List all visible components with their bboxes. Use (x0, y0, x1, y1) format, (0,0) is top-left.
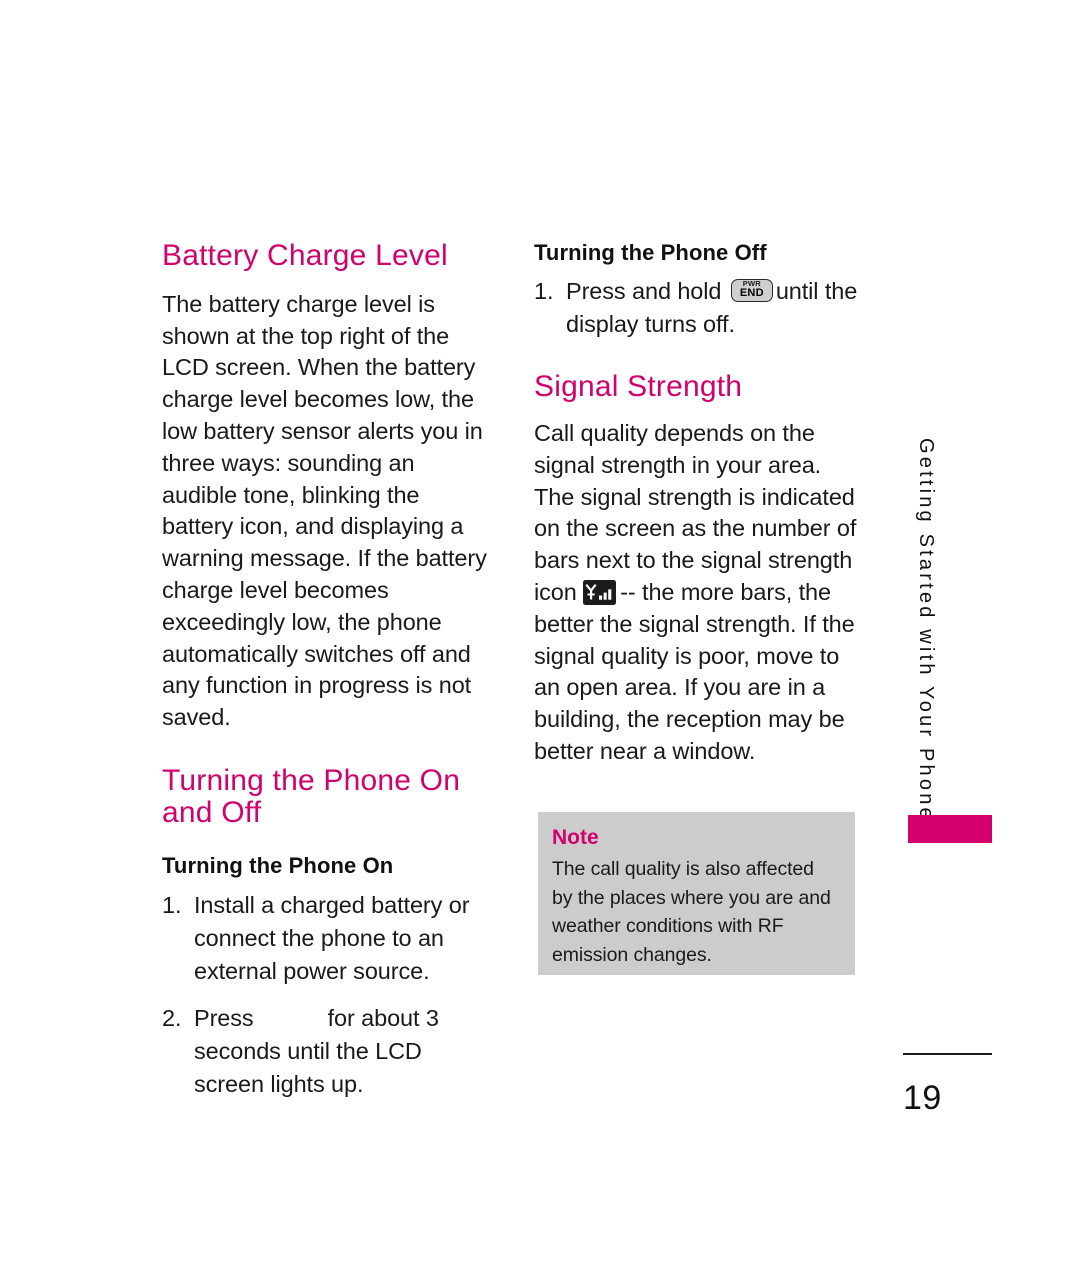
subheading-turning-phone-on: Turning the Phone On (162, 852, 394, 878)
note-text: The call quality is also affected by the… (552, 858, 831, 966)
subheading-turning-phone-off: Turning the Phone Off (534, 240, 767, 265)
list-item: 2. Press for about 3 seconds until the LCD… (162, 1002, 494, 1101)
signal-paragraph-after: -- the more bars, the better the signal … (534, 579, 855, 765)
section-side-tab-marker (908, 815, 992, 843)
heading-battery-charge-level: Battery Charge Level (162, 239, 448, 272)
page-number: 19 (903, 1079, 942, 1117)
left-column: Battery Charge Level The battery charge … (162, 240, 494, 1101)
section-side-tab-label: Getting Started with Your Phone (915, 438, 937, 822)
battery-charge-paragraph: The battery charge level is shown at the… (162, 290, 487, 731)
note-title: Note (552, 826, 599, 849)
list-item: 1. Install a charged battery or connect t… (162, 889, 494, 988)
note-box: Note The call quality is also affected b… (538, 812, 855, 975)
heading-signal-strength: Signal Strength (534, 370, 743, 404)
steps-turning-phone-off: 1. Press and hold PWR END until the displ… (534, 275, 864, 341)
signal-paragraph-before: Call quality depends on the signal stren… (534, 420, 857, 606)
step-text-before: Press (194, 1004, 254, 1031)
signal-strength-paragraph: Call quality depends on the signal stren… (534, 418, 864, 768)
step-text: Install a charged battery or connect the… (194, 891, 470, 984)
step-number: 2. (162, 1004, 182, 1031)
step-number: 1. (162, 891, 182, 918)
step-text-before: Press and hold (566, 278, 722, 305)
heading-turning-phone-on-and-off: Turning the Phone On and Off (162, 763, 461, 829)
pwr-end-key-icon: PWR END (730, 279, 773, 303)
manual-page: Battery Charge Level The battery charge … (0, 0, 1080, 1270)
list-item: 1. Press and hold PWR END until the displ… (534, 275, 864, 341)
right-column: Turning the Phone Off 1. Press and hold P… (534, 240, 864, 768)
signal-bars-icon (583, 580, 617, 606)
step-number: 1. (534, 278, 554, 305)
steps-turning-phone-on: 1. Install a charged battery or connect t… (162, 889, 494, 1101)
footer-divider (903, 1053, 992, 1055)
pwr-end-key-bottom-label: END (739, 287, 764, 300)
